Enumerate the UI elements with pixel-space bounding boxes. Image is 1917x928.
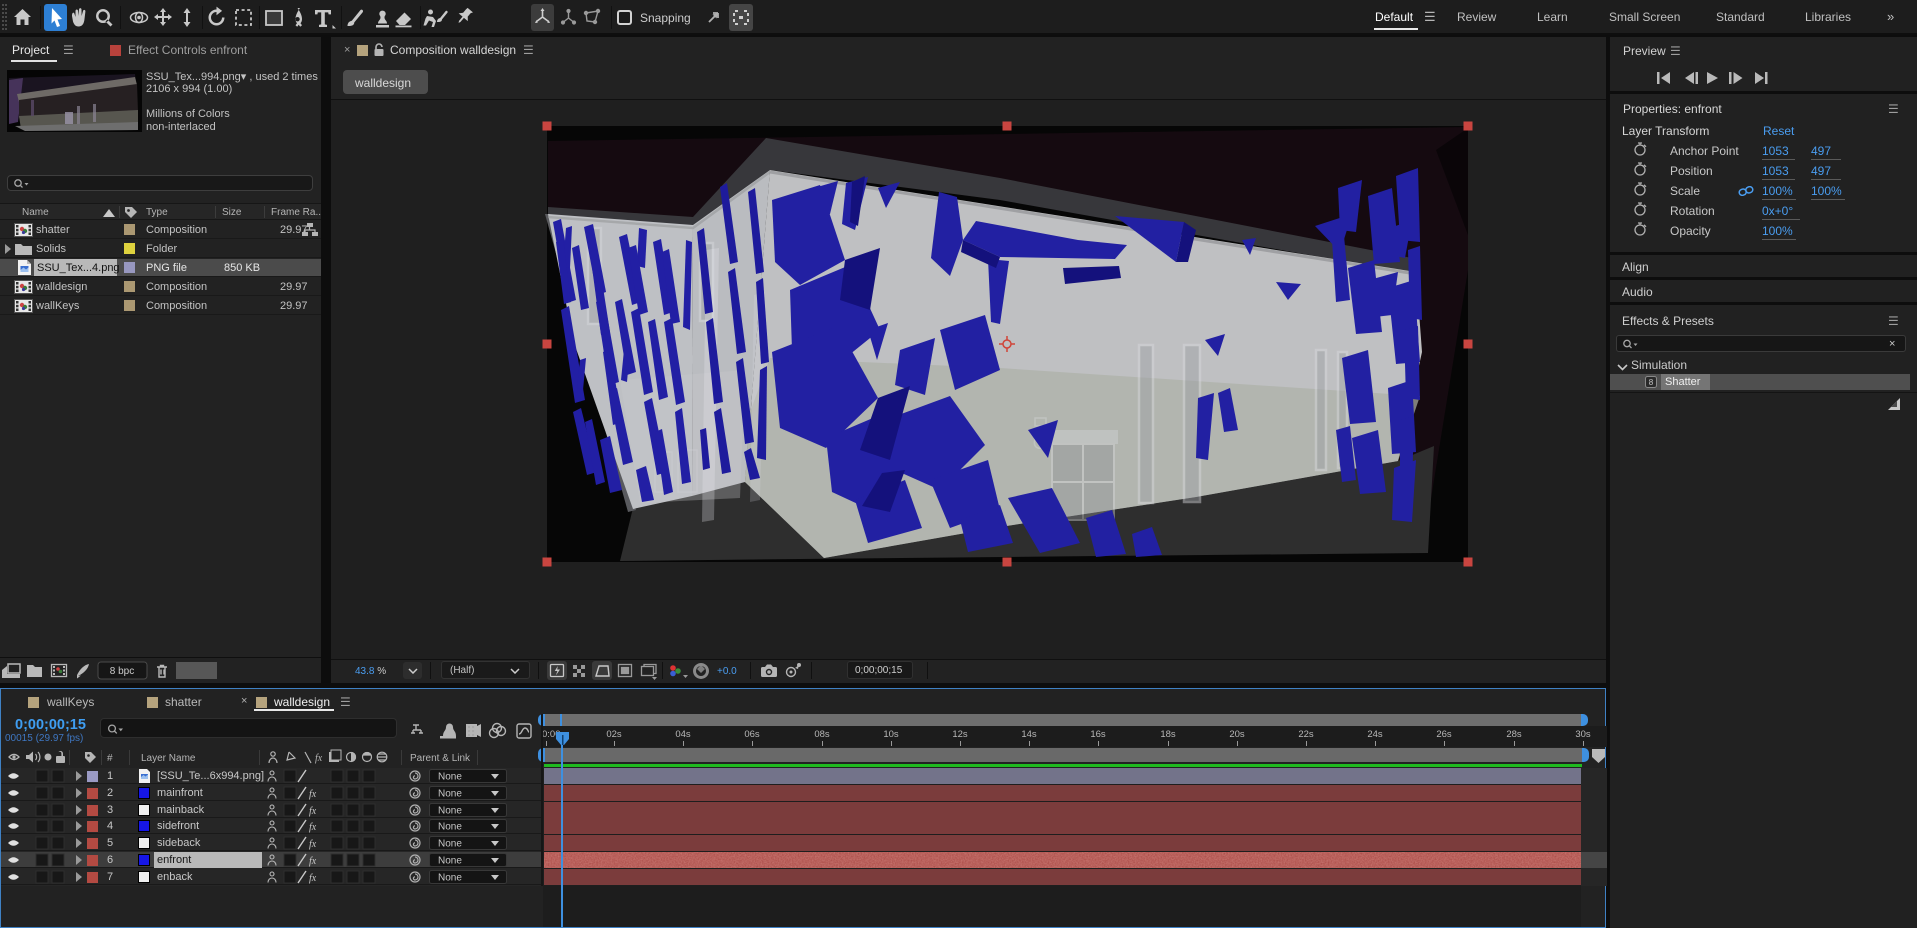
svg-text:fx: fx xyxy=(309,806,317,817)
svg-text:#: # xyxy=(107,753,113,764)
svg-text:None: None xyxy=(438,856,462,867)
svg-text:None: None xyxy=(438,772,462,783)
svg-text:fx: fx xyxy=(309,856,317,867)
svg-text:None: None xyxy=(438,806,462,817)
svg-text:fx: fx xyxy=(309,789,317,800)
svg-text:8 bpc: 8 bpc xyxy=(110,666,134,677)
svg-text:Layer Name: Layer Name xyxy=(141,753,196,764)
svg-text:None: None xyxy=(438,789,462,800)
svg-text:fx: fx xyxy=(309,873,317,884)
svg-text:+0.0: +0.0 xyxy=(717,666,737,677)
svg-text:fx: fx xyxy=(315,753,323,764)
svg-text:8: 8 xyxy=(1649,378,1654,387)
svg-text:Parent & Link: Parent & Link xyxy=(410,753,471,764)
svg-text:None: None xyxy=(438,873,462,884)
svg-text:fx: fx xyxy=(309,839,317,850)
svg-text:None: None xyxy=(438,839,462,850)
svg-text:None: None xyxy=(438,822,462,833)
svg-text:fx: fx xyxy=(309,822,317,833)
